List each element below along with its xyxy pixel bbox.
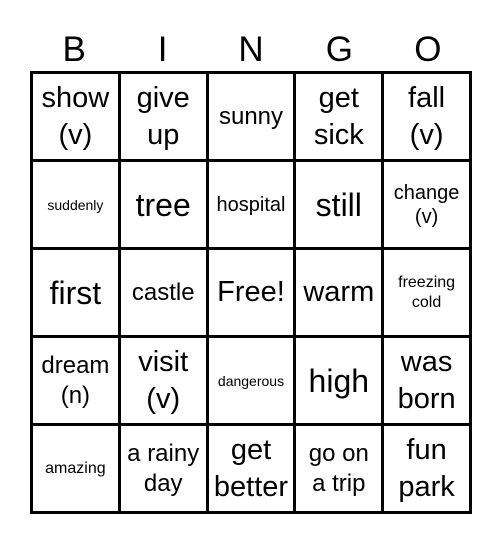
bingo-cell[interactable]: get better	[208, 426, 297, 514]
bingo-cell[interactable]: was born	[384, 338, 472, 426]
bingo-cell[interactable]: fall (v)	[384, 74, 472, 162]
bingo-header: B I N G O	[30, 28, 472, 72]
bingo-grid: show (v) give up sunny get sick fall (v) sudd…	[30, 71, 472, 514]
bingo-cell[interactable]: tree	[120, 162, 209, 250]
header-letter-i: I	[157, 30, 168, 69]
bingo-cell[interactable]: go on a trip	[296, 426, 385, 514]
bingo-cell-free[interactable]: Free!	[208, 250, 297, 338]
bingo-cell[interactable]: change (v)	[384, 162, 472, 250]
header-letter-g: G	[325, 30, 354, 69]
bingo-cell[interactable]: give up	[120, 74, 209, 162]
bingo-cell[interactable]: amazing	[33, 426, 121, 514]
bingo-cell[interactable]: sunny	[208, 74, 297, 162]
bingo-cell[interactable]: show (v)	[33, 74, 121, 162]
header-letter-b: B	[62, 30, 86, 69]
bingo-cell[interactable]: a rainy day	[120, 426, 209, 514]
bingo-cell[interactable]: castle	[120, 250, 209, 338]
bingo-cell[interactable]: warm	[296, 250, 385, 338]
bingo-cell[interactable]: suddenly	[33, 162, 121, 250]
bingo-cell[interactable]: high	[296, 338, 385, 426]
bingo-cell[interactable]: fun park	[384, 426, 472, 514]
bingo-cell[interactable]: dangerous	[208, 338, 297, 426]
header-letter-o: O	[414, 30, 442, 69]
header-letter-n: N	[238, 30, 264, 69]
bingo-cell[interactable]: visit (v)	[120, 338, 209, 426]
bingo-cell[interactable]: hospital	[208, 162, 297, 250]
bingo-cell[interactable]: first	[33, 250, 121, 338]
bingo-cell[interactable]: dream (n)	[33, 338, 121, 426]
bingo-cell[interactable]: still	[296, 162, 385, 250]
bingo-cell[interactable]: freezing cold	[384, 250, 472, 338]
bingo-cell[interactable]: get sick	[296, 74, 385, 162]
